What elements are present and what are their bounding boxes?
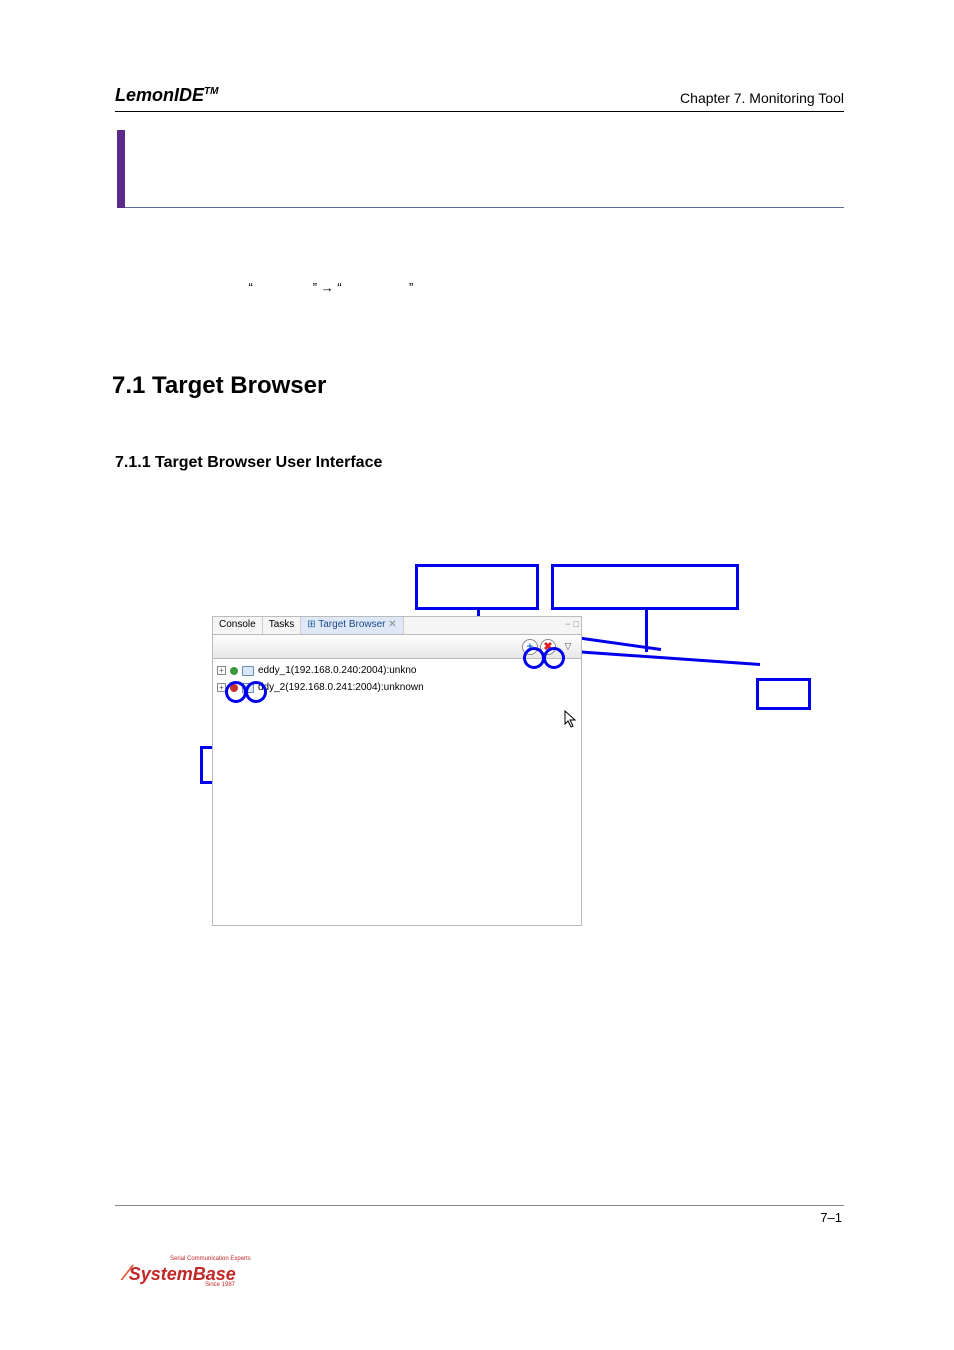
tab-target-browser[interactable]: ⊞ Target Browser ✕	[301, 617, 403, 634]
callout-new-target: New Target	[415, 564, 539, 610]
annotation-circle	[225, 681, 247, 703]
quote-close-2: ”	[409, 280, 413, 295]
toolbar-menu-button[interactable]: ▽	[561, 641, 575, 653]
footer-logo-subtitle: Serial Communication Experts	[170, 1256, 251, 1262]
chapter-title: Chapter 7. Monitoring Tool	[141, 146, 470, 177]
footer-logo-text: SystemBase	[129, 1264, 236, 1284]
callout-menu-label: Menu	[759, 686, 784, 697]
tab-console[interactable]: Console	[213, 617, 263, 634]
tab-tasks[interactable]: Tasks	[263, 617, 302, 634]
banner-accent	[117, 130, 125, 208]
subsection-body: Interface of Target Browser is as follow…	[115, 488, 844, 530]
menu-path-prefix: To run Target Browser,	[115, 280, 248, 295]
figure-target-browser: New Target Delete Target Menu Connected …	[200, 548, 810, 943]
tree-row-label: ddy_2(192.168.0.241:2004):unknown	[258, 682, 424, 693]
panel-tabs: Console Tasks ⊞ Target Browser ✕ − □	[213, 617, 581, 635]
quote-open-1: “	[248, 280, 252, 295]
page-header: LemonIDETM Chapter 7. Monitoring Tool	[115, 85, 844, 112]
chapter-banner: Chapter 7. Monitoring Tool	[117, 130, 844, 208]
annotation-circle	[523, 647, 545, 669]
annotation-circle	[543, 647, 565, 669]
product-name-text: LemonIDE	[115, 85, 204, 105]
page-number: 7–1	[820, 1210, 842, 1225]
menu-word-2: show view	[345, 280, 405, 295]
connector-line	[570, 650, 760, 666]
quote-open-2: “	[337, 280, 341, 295]
target-browser-tab-icon: ⊞	[307, 619, 318, 630]
chapter-label: Chapter 7. Monitoring Tool	[680, 90, 844, 106]
callout-delete-target: Delete Target	[551, 564, 739, 610]
tab-target-browser-label: Target Browser	[318, 619, 385, 630]
annotation-circle	[245, 681, 267, 703]
panel-window-controls: − □	[565, 619, 579, 629]
arrow-icon: →	[321, 280, 338, 295]
section-heading-7-1: 7.1 Target Browser	[112, 372, 326, 400]
minimize-icon[interactable]: −	[565, 619, 570, 629]
target-browser-panel: Console Tasks ⊞ Target Browser ✕ − □ + ✖…	[212, 616, 582, 926]
tree-row-label: eddy_1(192.168.0.240:2004):unkno	[258, 665, 416, 676]
callout-menu: Menu	[756, 678, 811, 710]
tree-expander-icon[interactable]: +	[217, 666, 226, 675]
section-body: Target Browser shows information of conn…	[115, 418, 844, 439]
cursor-icon	[564, 710, 578, 731]
footer-rule	[115, 1205, 844, 1206]
menu-path-line: To run Target Browser, “ Windows ” → “ s…	[115, 280, 413, 295]
target-icon	[242, 666, 254, 676]
close-icon[interactable]: ✕	[388, 619, 396, 630]
callout-new-target-label: New Target	[418, 569, 477, 585]
tree-row[interactable]: + ddy_2(192.168.0.241:2004):unknown	[215, 679, 579, 696]
trademark: TM	[204, 86, 218, 97]
callout-delete-target-label: Delete Target	[554, 569, 623, 585]
product-name: LemonIDETM	[115, 85, 218, 106]
quote-close-1: ”	[313, 280, 317, 295]
subsection-heading-7-1-1: 7.1.1 Target Browser User Interface	[115, 454, 382, 472]
footer-logo-since: Since 1987	[205, 1282, 235, 1288]
status-dot-connected-icon	[230, 667, 238, 675]
menu-word-1: Windows	[256, 280, 309, 295]
maximize-icon[interactable]: □	[574, 619, 579, 629]
